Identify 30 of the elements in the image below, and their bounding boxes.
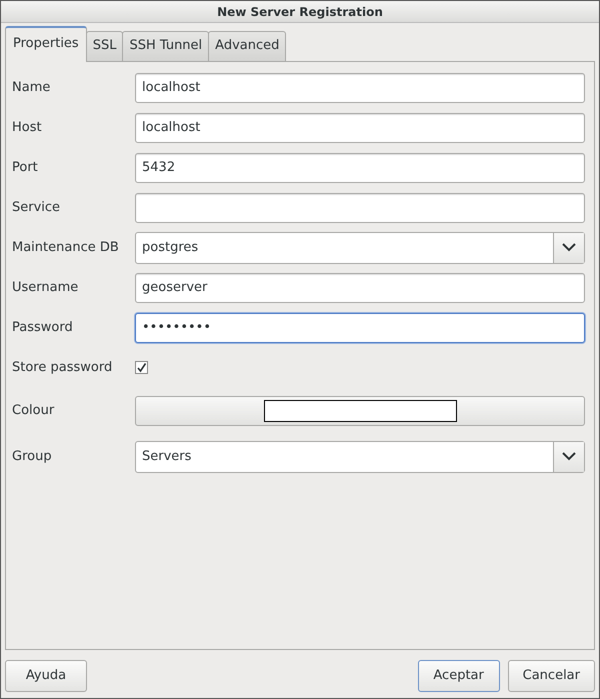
window-title: New Server Registration (217, 4, 383, 20)
tab[interactable]: SSL (86, 31, 124, 60)
field-label: Username (12, 278, 80, 297)
tab[interactable]: Properties (5, 26, 87, 62)
tab[interactable]: SSH Tunnel (122, 31, 210, 60)
field-label: Store password (12, 358, 114, 377)
text-field[interactable] (135, 192, 585, 222)
tab[interactable]: Advanced (208, 31, 286, 60)
dialog-button[interactable]: Ayuda (5, 660, 87, 692)
field-label: Host (12, 118, 43, 137)
field-label: Password (12, 318, 74, 337)
field-label: Port (12, 158, 39, 177)
field-label: Colour (12, 402, 56, 420)
text-field[interactable]: localhost (135, 72, 585, 102)
dialog-button[interactable]: Cancelar (508, 660, 595, 692)
field-label: Service (12, 198, 62, 217)
dropdown-icon (553, 442, 584, 472)
checkbox[interactable] (135, 361, 148, 374)
dropdown-icon (553, 232, 584, 262)
combo-box[interactable]: postgres (135, 232, 585, 264)
combo-box[interactable]: Servers (135, 440, 585, 472)
field-label: Group (12, 448, 53, 466)
field-label: Maintenance DB (12, 238, 120, 257)
text-field[interactable]: 5432 (135, 152, 585, 182)
text-field[interactable]: geoserver (135, 272, 585, 302)
text-field[interactable]: localhost (135, 112, 585, 142)
dialog-button[interactable]: Aceptar (418, 660, 500, 692)
password-field[interactable]: ••••••••• (135, 312, 585, 342)
field-label: Name (12, 78, 52, 97)
colour-button[interactable] (135, 396, 585, 426)
